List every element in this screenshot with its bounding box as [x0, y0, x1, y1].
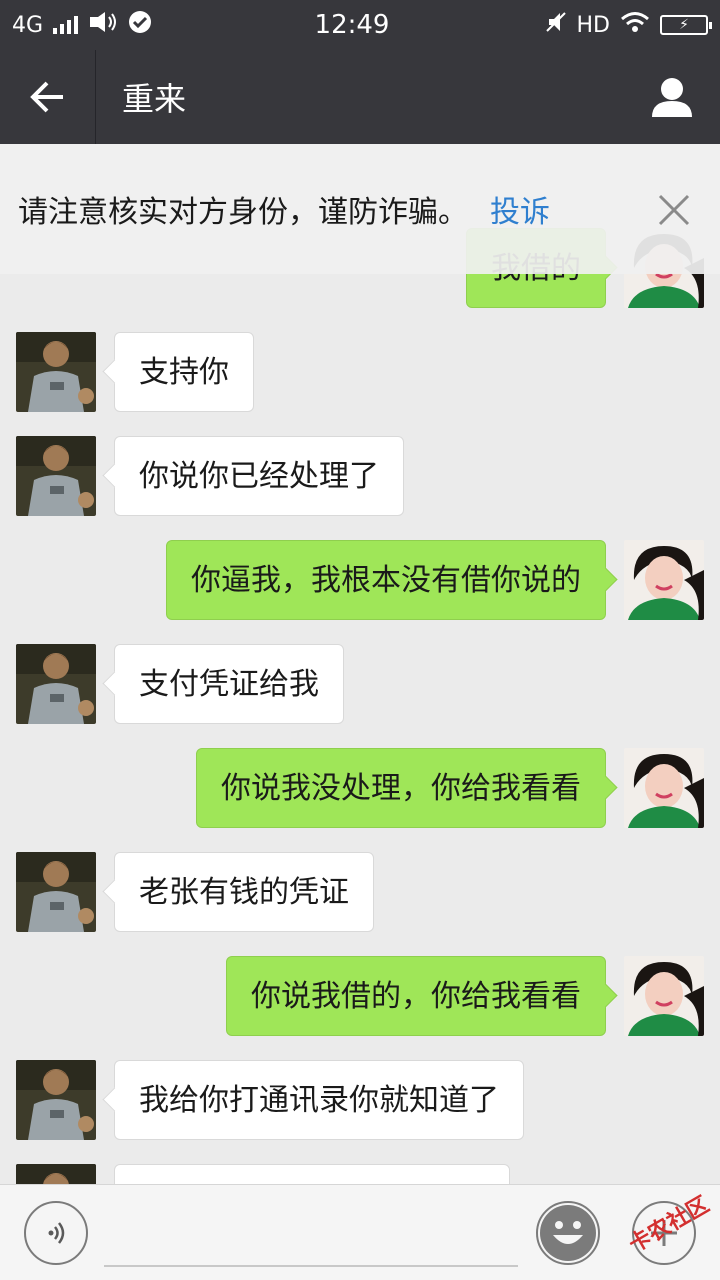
incoming-message-bubble[interactable]: [114, 1164, 510, 1184]
person-icon: [652, 78, 692, 117]
status-left: 4G: [12, 10, 312, 40]
close-banner-button[interactable]: [654, 190, 694, 230]
report-link[interactable]: 投诉: [490, 187, 550, 231]
contact-avatar[interactable]: [16, 1164, 96, 1184]
my-avatar[interactable]: [624, 748, 704, 828]
chat-header: 重来: [0, 50, 720, 144]
message-input[interactable]: [104, 1205, 518, 1267]
incoming-message-bubble[interactable]: 老张有钱的凭证: [114, 852, 374, 932]
incoming-message-bubble[interactable]: 我给你打通讯录你就知道了: [114, 1060, 524, 1140]
contact-avatar[interactable]: [16, 332, 96, 412]
battery-icon: ⚡: [660, 15, 712, 35]
voice-icon: [48, 1222, 65, 1244]
vibrate-icon: [88, 11, 118, 39]
incoming-message-bubble[interactable]: 支持你: [114, 332, 254, 412]
my-avatar[interactable]: [624, 956, 704, 1036]
outgoing-message-bubble[interactable]: 你说我借的，你给我看看: [226, 956, 606, 1036]
message-row: 你说我借的，你给我看看: [0, 956, 720, 1036]
message-row: 支持你: [0, 332, 720, 412]
my-avatar[interactable]: [624, 540, 704, 620]
incoming-message-bubble[interactable]: 支付凭证给我: [114, 644, 344, 724]
profile-button[interactable]: [624, 50, 720, 144]
contact-avatar[interactable]: [16, 852, 96, 932]
message-row: 你说你已经处理了: [0, 436, 720, 516]
message-row: [0, 1164, 720, 1184]
outgoing-message-bubble[interactable]: 你逼我，我根本没有借你说的: [166, 540, 606, 620]
signal-icon: [53, 16, 79, 34]
status-right: HD ⚡: [408, 11, 712, 39]
voice-button[interactable]: [24, 1201, 88, 1265]
message-row: 你逼我，我根本没有借你说的: [0, 540, 720, 620]
contact-avatar[interactable]: [16, 436, 96, 516]
fraud-warning-banner: 请注意核实对方身份，谨防诈骗。 投诉: [0, 144, 720, 274]
emoji-icon: [540, 1205, 596, 1261]
wifi-icon: [620, 11, 650, 39]
contact-avatar[interactable]: [16, 644, 96, 724]
message-list[interactable]: 我借的 支持你 你说你已经处理了 你逼我，我根本没有借你说的 支付凭证给我: [0, 144, 720, 1184]
message-row: 支付凭证给我: [0, 644, 720, 724]
hd-label: HD: [576, 12, 610, 38]
message-row: 你说我没处理，你给我看看: [0, 748, 720, 828]
close-icon: [658, 194, 690, 226]
emoji-button[interactable]: [536, 1201, 600, 1265]
back-button[interactable]: [0, 50, 96, 144]
mute-icon: [545, 11, 567, 39]
clock: 12:49: [314, 10, 390, 40]
network-type: 4G: [12, 12, 44, 38]
check-circle-icon: [128, 10, 152, 40]
message-row: 我给你打通讯录你就知道了: [0, 1060, 720, 1140]
contact-avatar[interactable]: [16, 1060, 96, 1140]
arrow-left-icon: [29, 81, 63, 113]
chat-title: 重来: [122, 80, 187, 118]
message-row: 老张有钱的凭证: [0, 852, 720, 932]
status-bar: 4G 12:49 HD ⚡: [0, 0, 720, 50]
incoming-message-bubble[interactable]: 你说你已经处理了: [114, 436, 404, 516]
outgoing-message-bubble[interactable]: 你说我没处理，你给我看看: [196, 748, 606, 828]
warning-text: 请注意核实对方身份，谨防诈骗。: [18, 195, 468, 230]
input-bar: [0, 1184, 720, 1280]
